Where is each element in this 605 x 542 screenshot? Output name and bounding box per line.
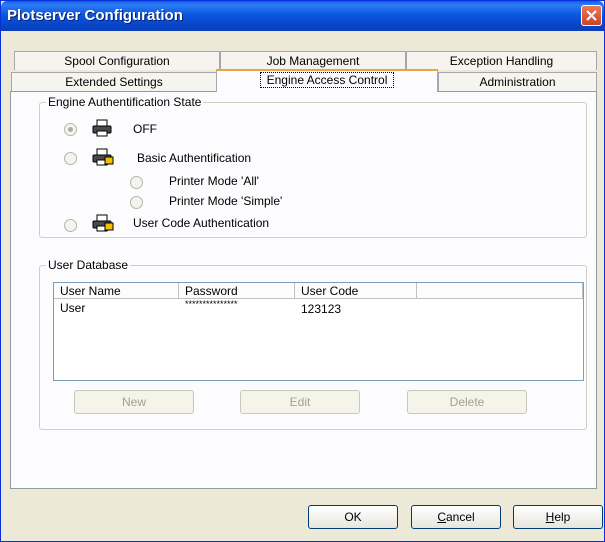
printer-lock-icon xyxy=(92,214,114,232)
tab-panel: Engine Authentification State OFF Basic … xyxy=(10,91,597,489)
close-icon xyxy=(586,10,597,21)
help-button[interactable]: Help xyxy=(513,505,603,529)
cell-user-name: User xyxy=(60,301,86,315)
radio-basic-authentification[interactable] xyxy=(64,152,77,165)
column-header-filler xyxy=(417,283,583,299)
radio-printer-mode-all[interactable] xyxy=(130,176,143,189)
edit-button[interactable]: Edit xyxy=(240,390,360,414)
label-off: OFF xyxy=(133,122,157,136)
label-printer-mode-simple: Printer Mode 'Simple' xyxy=(169,194,283,208)
window-title: Plotserver Configuration xyxy=(7,7,183,24)
column-header-password[interactable]: Password xyxy=(179,283,295,299)
title-bar[interactable]: Plotserver Configuration xyxy=(1,1,604,31)
label-user-code-authentication: User Code Authentication xyxy=(133,216,270,230)
auth-state-group: Engine Authentification State xyxy=(39,95,587,238)
radio-off[interactable] xyxy=(64,123,77,136)
close-button[interactable] xyxy=(581,5,602,26)
tab-spool-configuration[interactable]: Spool Configuration xyxy=(14,51,220,70)
tab-exception-handling[interactable]: Exception Handling xyxy=(406,51,597,70)
printer-icon xyxy=(92,119,112,137)
label-basic-authentification: Basic Authentification xyxy=(137,151,252,165)
user-list[interactable]: User Name Password User Code User ******… xyxy=(53,282,584,381)
label-printer-mode-all: Printer Mode 'All' xyxy=(169,174,259,188)
column-header-user-code[interactable]: User Code xyxy=(295,283,417,299)
cell-user-code: 123123 xyxy=(301,302,342,316)
cancel-button[interactable]: Cancel xyxy=(411,505,501,529)
dialog-window: Plotserver Configuration Spool Configura… xyxy=(0,0,605,542)
delete-button[interactable]: Delete xyxy=(407,390,527,414)
cell-password: *************** xyxy=(185,299,238,309)
radio-printer-mode-simple[interactable] xyxy=(130,196,143,209)
user-database-label: User Database xyxy=(46,258,131,272)
auth-state-label: Engine Authentification State xyxy=(46,95,204,109)
new-button[interactable]: New xyxy=(74,390,194,414)
tab-job-management[interactable]: Job Management xyxy=(220,51,406,70)
column-header-user-name[interactable]: User Name xyxy=(54,283,179,299)
printer-lock-icon xyxy=(92,148,114,166)
ok-button[interactable]: OK xyxy=(308,505,398,529)
tab-extended-settings[interactable]: Extended Settings xyxy=(11,72,217,91)
tab-administration[interactable]: Administration xyxy=(438,72,597,91)
tab-engine-access-control[interactable]: Engine Access Control xyxy=(216,69,438,92)
radio-user-code-authentication[interactable] xyxy=(64,219,77,232)
